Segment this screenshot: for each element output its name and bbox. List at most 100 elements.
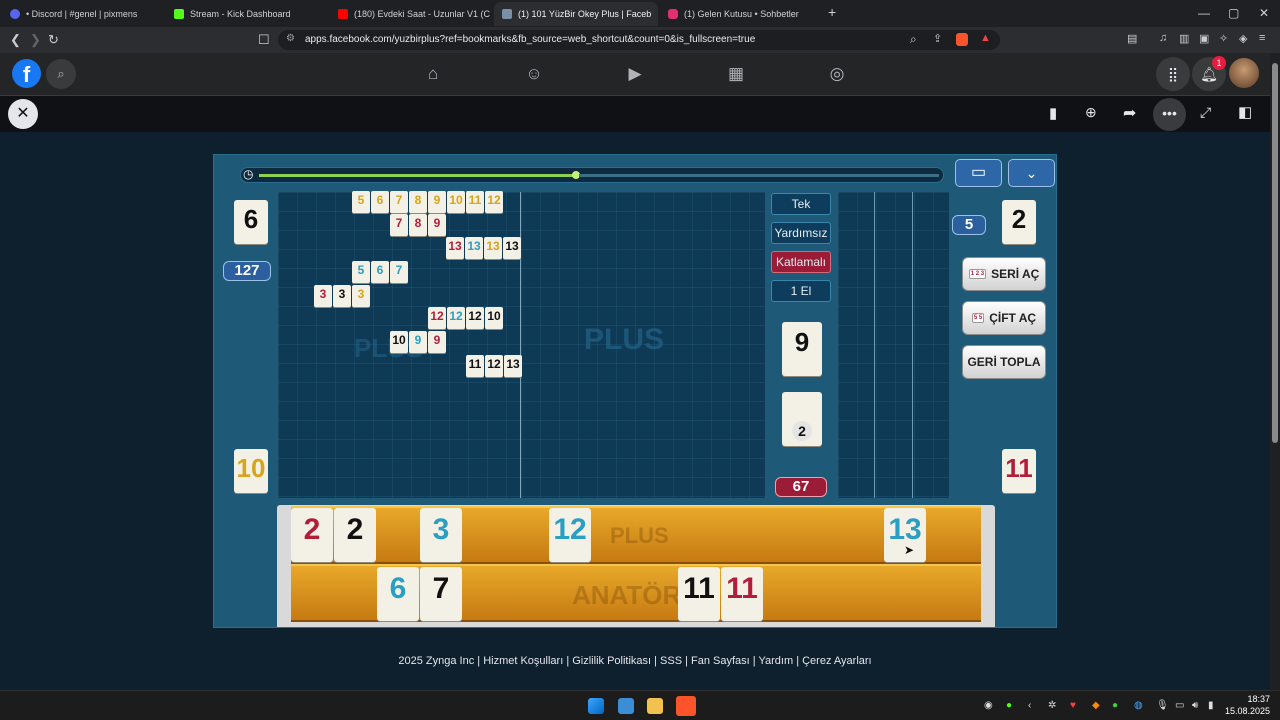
table-tile[interactable]: 6 (371, 261, 389, 283)
side-panel-icon[interactable]: ◧ (1238, 103, 1252, 121)
table-tile[interactable]: 9 (428, 191, 446, 213)
table-tile[interactable]: 5 (352, 191, 370, 213)
search-icon[interactable]: ⌕ (46, 59, 76, 89)
url-field[interactable]: ⚙ apps.facebook.com/yuzbirplus?ref=bookm… (278, 30, 1000, 50)
more-options-icon[interactable]: ••• (1153, 98, 1186, 131)
file-explorer-icon[interactable] (647, 698, 663, 714)
table-tile[interactable]: 11 (466, 355, 484, 377)
marketplace-icon[interactable]: ▦ (725, 63, 747, 85)
back-icon[interactable]: ❮ (10, 32, 21, 48)
rack-tile[interactable]: 3 (420, 508, 462, 562)
tab-instagram[interactable]: (1) Gelen Kutusu • Sohbetler (660, 2, 820, 26)
table-tile[interactable]: 12 (428, 307, 446, 329)
menu-icon[interactable]: ≡ (1259, 32, 1265, 44)
zoom-icon[interactable]: ⌕ (910, 32, 917, 47)
share-icon[interactable]: ⇪ (933, 32, 942, 45)
table-tile[interactable]: 10 (390, 331, 408, 353)
brave-browser-icon[interactable] (676, 696, 696, 716)
table-tile[interactable]: 12 (447, 307, 465, 329)
wallet-icon[interactable]: ▣ (1199, 32, 1209, 45)
table-tile[interactable]: 13 (465, 237, 483, 259)
avatar[interactable] (1229, 58, 1259, 88)
table-tile[interactable]: 13 (504, 355, 522, 377)
chat-icon[interactable]: ▭ (955, 159, 1002, 187)
forward-icon[interactable]: ❯ (30, 32, 41, 48)
chevron-down-icon[interactable]: ⌄ (1008, 159, 1055, 187)
draw-pile[interactable]: 2 (782, 392, 822, 446)
fullscreen-icon[interactable]: ⤢ (1200, 104, 1211, 121)
network-icon[interactable]: ▭ (1175, 700, 1184, 711)
brave-rewards-icon[interactable]: ▲ (980, 32, 991, 44)
leo-icon[interactable]: ✧ (1219, 32, 1228, 45)
rack-tile[interactable]: 11 (678, 567, 720, 621)
close-tab-icon[interactable]: ✕ (651, 8, 658, 21)
scrollbar[interactable] (1270, 53, 1280, 690)
rack-tile[interactable]: 11 (721, 567, 763, 621)
media-icon[interactable]: ♫ (1159, 32, 1167, 44)
volume-icon[interactable]: 🔊︎ (1192, 700, 1198, 711)
bookmark-icon[interactable]: ☐ (258, 32, 270, 48)
tab-discord[interactable]: • Discord | #genel | pixmens (2, 2, 162, 26)
table-tile[interactable]: 13 (446, 237, 464, 259)
tab-okey-active[interactable]: (1) 101 YüzBir Okey Plus | Faceb✕ (494, 2, 658, 26)
table-tile[interactable]: 8 (409, 191, 427, 213)
table-tile[interactable]: 10 (447, 191, 465, 213)
table-tile[interactable]: 7 (390, 261, 408, 283)
seri-ac-button[interactable]: 1 2 3 SERİ AÇ (962, 257, 1046, 291)
table-tile[interactable]: 5 (352, 261, 370, 283)
battery-icon[interactable]: ▮ (1208, 700, 1214, 711)
vpn-icon[interactable]: ◈ (1239, 32, 1247, 45)
right-discard-tile[interactable]: 11 (1002, 449, 1036, 493)
sidebar-icon[interactable]: ▥ (1179, 32, 1189, 45)
facebook-logo[interactable]: f (12, 59, 41, 88)
table-tile[interactable]: 10 (485, 307, 503, 329)
widgets-icon[interactable] (618, 698, 634, 714)
geri-topla-button[interactable]: GERİ TOPLA (962, 345, 1046, 379)
scrollbar-thumb[interactable] (1272, 63, 1278, 443)
site-info-icon[interactable]: ⚙ (286, 33, 295, 44)
rack-tile[interactable]: 2 (291, 508, 333, 562)
tray-icon[interactable]: ● (1006, 700, 1012, 711)
table-tile[interactable]: 9 (428, 214, 446, 236)
close-window-button[interactable]: ✕ (1259, 6, 1269, 20)
maximize-button[interactable]: ▢ (1228, 6, 1239, 20)
table-tile[interactable]: 9 (409, 331, 427, 353)
cift-ac-button[interactable]: 5 5 ÇİFT AÇ (962, 301, 1046, 335)
table-tile[interactable]: 11 (466, 191, 484, 213)
friends-icon[interactable]: ☺ (523, 63, 545, 85)
tab-kick[interactable]: Stream - Kick Dashboard (166, 2, 326, 26)
new-tab-button[interactable]: + (828, 4, 836, 20)
add-shortcut-icon[interactable]: ⊕ (1085, 104, 1097, 121)
table-tile[interactable]: 6 (371, 191, 389, 213)
tray-icon[interactable]: ◉ (984, 700, 993, 711)
rack-tile[interactable]: 12 (549, 508, 591, 562)
watch-icon[interactable]: ▶ (624, 63, 646, 85)
share-icon[interactable]: ➦ (1123, 103, 1136, 123)
table-tile[interactable]: 9 (428, 331, 446, 353)
tray-icon[interactable]: ✲ (1048, 700, 1056, 711)
groups-icon[interactable]: ◎ (826, 63, 848, 85)
rack-tile[interactable]: 6 (377, 567, 419, 621)
table-tile[interactable]: 13 (503, 237, 521, 259)
reload-icon[interactable]: ↻ (48, 32, 59, 48)
reader-icon[interactable]: ▤ (1127, 32, 1137, 45)
chevron-up-icon[interactable]: ‹ (1028, 700, 1031, 711)
start-icon[interactable] (588, 698, 604, 714)
table-tile[interactable]: 12 (485, 355, 503, 377)
table-tile[interactable]: 3 (314, 285, 332, 307)
tray-icon[interactable]: ◆ (1092, 700, 1100, 711)
table-tile[interactable]: 3 (352, 285, 370, 307)
table-tile[interactable]: 3 (333, 285, 351, 307)
tray-icon[interactable]: ◍ (1134, 700, 1143, 711)
table-tile[interactable]: 13 (484, 237, 502, 259)
footer-links[interactable]: 2025 Zynga Inc | Hizmet Koşulları | Gizl… (0, 655, 1270, 671)
table-tile[interactable]: 7 (390, 191, 408, 213)
tray-icon[interactable]: ● (1112, 700, 1118, 711)
left-discard-tile[interactable]: 10 (234, 449, 268, 493)
table-tile[interactable]: 8 (409, 214, 427, 236)
close-icon[interactable]: ✕ (8, 99, 38, 129)
bookmark-icon[interactable]: ▮ (1049, 104, 1057, 122)
rack-tile[interactable]: 7 (420, 567, 462, 621)
tab-youtube[interactable]: (180) Evdeki Saat - Uzunlar V1 (C (330, 2, 490, 26)
home-icon[interactable]: ⌂ (422, 63, 444, 85)
